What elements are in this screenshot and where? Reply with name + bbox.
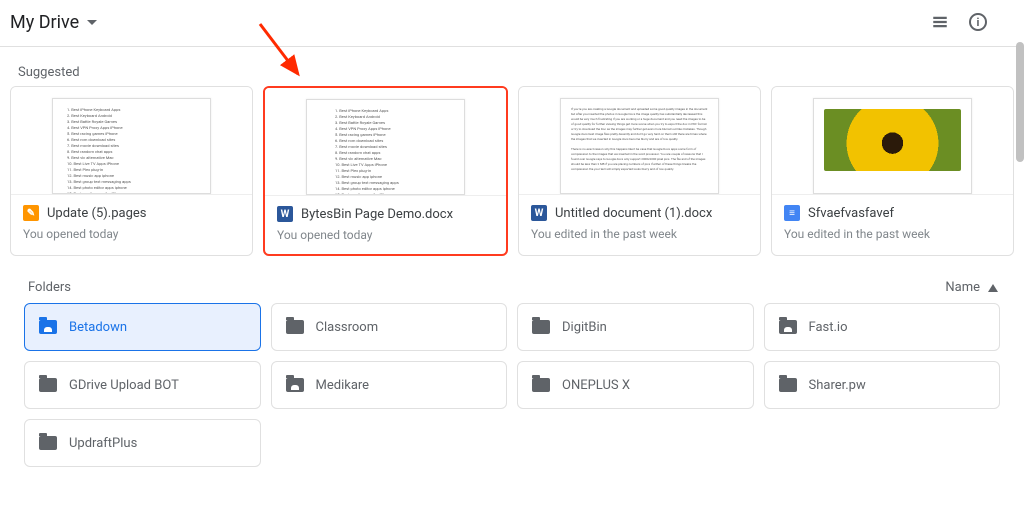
shared-folder-icon <box>39 320 57 334</box>
info-button[interactable]: i <box>966 10 990 34</box>
card-body: ≡ Sfvaefvasfavef You edited in the past … <box>772 195 1013 253</box>
info-icon: i <box>969 13 987 31</box>
folder-name: GDrive Upload BOT <box>69 378 179 393</box>
folder-icon <box>286 320 304 334</box>
pages-file-icon: ✎ <box>23 205 39 221</box>
suggested-card[interactable]: ≡ Sfvaefvasfavef You edited in the past … <box>771 86 1014 256</box>
folder-name: Classroom <box>316 320 379 335</box>
card-title: Update (5).pages <box>47 206 147 221</box>
folder-name: Medikare <box>316 378 370 393</box>
folder-icon <box>39 378 57 392</box>
suggested-card[interactable]: 1. Best iPhone Keyboard Apps 2. Best Key… <box>263 86 508 256</box>
card-body: ✎ Update (5).pages You opened today <box>11 195 252 253</box>
doc-preview: If you're you are creating a Google docu… <box>560 98 719 194</box>
shared-folder-icon <box>286 378 304 392</box>
folder-name: Sharer.pw <box>809 378 866 393</box>
folder-item[interactable]: Medikare <box>271 361 508 409</box>
scrollbar-thumb[interactable] <box>1016 42 1024 162</box>
folder-icon <box>532 378 550 392</box>
card-subtitle: You edited in the past week <box>784 227 1001 241</box>
preview-image <box>824 109 961 171</box>
location-title: My Drive <box>10 12 79 33</box>
folder-name: UpdraftPlus <box>69 436 137 451</box>
folder-name: ONEPLUS X <box>562 378 630 393</box>
card-thumbnail: If you're you are creating a Google docu… <box>519 87 760 195</box>
folder-icon <box>779 378 797 392</box>
suggested-label: Suggested <box>0 47 1024 86</box>
card-thumbnail: 1. Best iPhone Keyboard Apps 2. Best Key… <box>265 88 506 196</box>
card-subtitle: You opened today <box>23 227 240 241</box>
list-view-icon <box>931 13 949 31</box>
folder-item[interactable]: DigitBin <box>517 303 754 351</box>
card-body: W Untitled document (1).docx You edited … <box>519 195 760 253</box>
folder-icon <box>532 320 550 334</box>
doc-preview: 1. Best iPhone Keyboard Apps 2. Best Key… <box>306 99 465 195</box>
shared-folder-icon <box>779 320 797 334</box>
doc-preview <box>813 98 972 194</box>
card-title: Sfvaefvasfavef <box>808 206 894 221</box>
folders-header: Folders Name <box>0 266 1024 303</box>
folder-name: Fast.io <box>809 320 848 335</box>
sort-label: Name <box>945 280 980 295</box>
card-thumbnail <box>772 87 1013 195</box>
card-title: Untitled document (1).docx <box>555 206 712 221</box>
folders-label: Folders <box>28 280 71 295</box>
location-dropdown[interactable]: My Drive <box>10 12 97 33</box>
card-title: BytesBin Page Demo.docx <box>301 207 453 222</box>
word-file-icon: W <box>531 205 547 221</box>
folder-item[interactable]: Betadown <box>24 303 261 351</box>
folders-grid: Betadown Classroom DigitBin Fast.io GDrive U… <box>0 303 1024 467</box>
view-list-button[interactable] <box>928 10 952 34</box>
folder-icon <box>39 436 57 450</box>
card-subtitle: You edited in the past week <box>531 227 748 241</box>
folder-item[interactable]: UpdraftPlus <box>24 419 261 467</box>
folder-item[interactable]: ONEPLUS X <box>517 361 754 409</box>
folder-name: Betadown <box>69 320 127 335</box>
folder-item[interactable]: Classroom <box>271 303 508 351</box>
header-bar: My Drive i <box>0 0 1024 47</box>
folder-item[interactable]: GDrive Upload BOT <box>24 361 261 409</box>
arrow-up-icon <box>988 284 998 292</box>
card-thumbnail: 1. Best iPhone Keyboard Apps 2. Best Key… <box>11 87 252 195</box>
folder-item[interactable]: Sharer.pw <box>764 361 1001 409</box>
folder-item[interactable]: Fast.io <box>764 303 1001 351</box>
doc-preview: 1. Best iPhone Keyboard Apps 2. Best Key… <box>52 98 211 194</box>
suggested-row: 1. Best iPhone Keyboard Apps 2. Best Key… <box>0 86 1024 266</box>
suggested-card[interactable]: 1. Best iPhone Keyboard Apps 2. Best Key… <box>10 86 253 256</box>
folder-name: DigitBin <box>562 320 607 335</box>
sort-button[interactable]: Name <box>945 280 998 295</box>
header-actions: i <box>928 10 990 34</box>
word-file-icon: W <box>277 206 293 222</box>
card-subtitle: You opened today <box>277 228 494 242</box>
chevron-down-icon <box>87 20 97 25</box>
suggested-card[interactable]: If you're you are creating a Google docu… <box>518 86 761 256</box>
card-body: W BytesBin Page Demo.docx You opened tod… <box>265 196 506 254</box>
gdoc-file-icon: ≡ <box>784 205 800 221</box>
